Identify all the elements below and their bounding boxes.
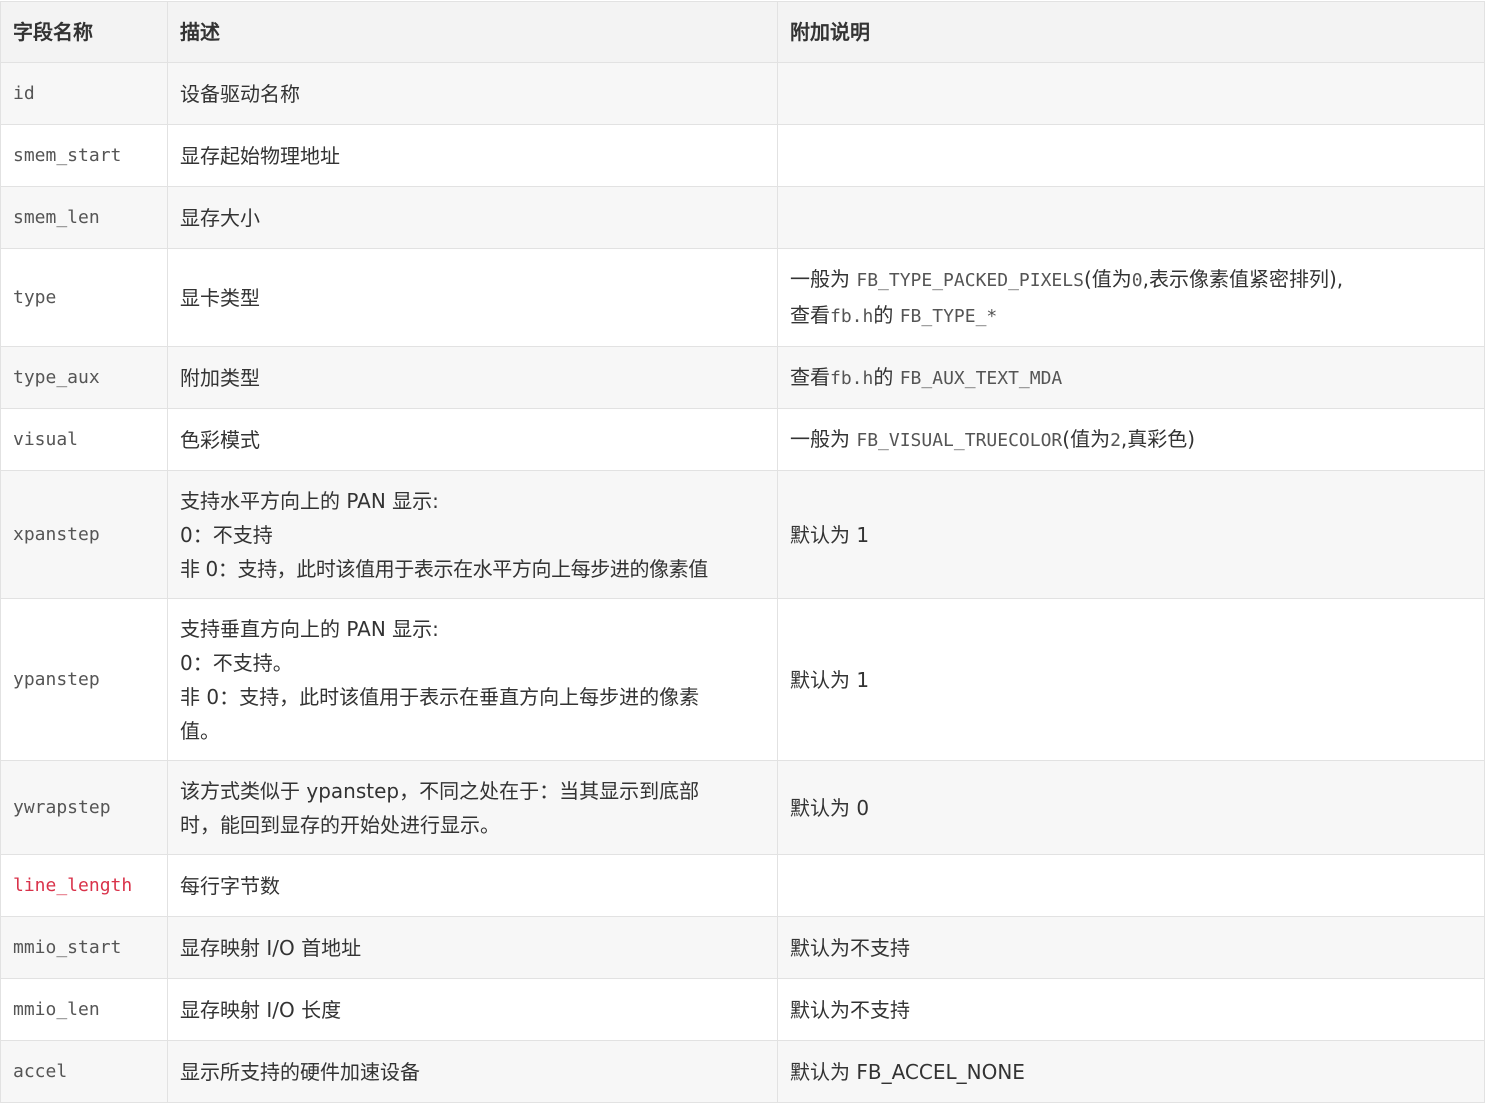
field-description: 支持垂直方向上的 PAN 显示: 0：不支持。 非 0：支持，此时该值用于表示在… [167,598,778,761]
table-row: mmio_start 显存映射 I/O 首地址 默认为不支持 [0,916,1485,979]
note-text: 一般为 [790,426,857,451]
description-line: 非 0：支持，此时该值用于表示在垂直方向上每步进的像素 [180,684,700,709]
note-text: ,表示像素值紧密排列), [1142,266,1344,291]
note-code: 2 [1110,429,1121,451]
field-note: 默认为 1 [777,598,1485,761]
note-code: FB_TYPE_* [899,305,998,327]
field-description: 显存映射 I/O 长度 [167,978,778,1041]
field-note: 一般为 FB_TYPE_PACKED_PIXELS(值为0,表示像素值紧密排列)… [777,248,1485,347]
field-name: id [0,62,168,125]
field-description: 每行字节数 [167,854,778,917]
table-row: xpanstep 支持水平方向上的 PAN 显示: 0：不支持 非 0：支持，此… [0,470,1485,599]
header-additional-notes: 附加说明 [777,1,1485,63]
field-description: 显卡类型 [167,248,778,347]
field-description: 显存映射 I/O 首地址 [167,916,778,979]
table-row: smem_start 显存起始物理地址 [0,124,1485,187]
field-name: mmio_start [0,916,168,979]
description-line: 0：不支持 [180,522,273,547]
note-text: 查看 [790,302,830,327]
field-note [777,186,1485,249]
note-text: 的 [873,302,900,327]
note-text: (值为 [1062,426,1111,451]
description-line: 显存映射 I/O 长度 [180,997,342,1022]
note-line: 一般为 FB_TYPE_PACKED_PIXELS(值为0,表示像素值紧密排列)… [790,262,1472,298]
description-line: 0：不支持。 [180,650,293,675]
table-row: ywrapstep 该方式类似于 ypanstep，不同之处在于：当其显示到底部… [0,760,1485,855]
field-description: 附加类型 [167,346,778,409]
description-line: 时，能回到显存的开始处进行显示。 [180,812,500,837]
note-code: fb.h [830,305,874,327]
note-text: ,真彩色) [1120,426,1196,451]
field-note: 查看fb.h的 FB_AUX_TEXT_MDA [777,346,1485,409]
field-note: 默认为不支持 [777,978,1485,1041]
description-line: 附加类型 [180,365,260,390]
description-line: 该方式类似于 ypanstep，不同之处在于：当其显示到底部 [180,778,700,803]
description-line: 值。 [180,718,220,743]
note-line: 查看fb.h的 FB_TYPE_* [790,298,1472,334]
field-description: 支持水平方向上的 PAN 显示: 0：不支持 非 0：支持，此时该值用于表示在水… [167,470,778,599]
field-note [777,854,1485,917]
note-text: 查看 [790,364,830,389]
description-line: 每行字节数 [180,873,280,898]
table-row: type_aux 附加类型 查看fb.h的 FB_AUX_TEXT_MDA [0,346,1485,409]
note-code: FB_TYPE_PACKED_PIXELS [856,269,1084,291]
field-name: type_aux [0,346,168,409]
table-row: id 设备驱动名称 [0,62,1485,125]
note-code: fb.h [830,367,874,389]
description-line: 色彩模式 [180,427,260,452]
description-line: 显存映射 I/O 首地址 [180,935,362,960]
table-row: smem_len 显存大小 [0,186,1485,249]
field-name: ypanstep [0,598,168,761]
description-line: 非 0：支持，此时该值用于表示在水平方向上每步进的像素值 [180,556,708,581]
description-line: 显存起始物理地址 [180,143,340,168]
field-note: 默认为 FB_ACCEL_NONE [777,1040,1485,1103]
note-text: 的 [873,364,900,389]
field-note: 默认为 1 [777,470,1485,599]
field-name: type [0,248,168,347]
field-description: 显存大小 [167,186,778,249]
field-name: smem_start [0,124,168,187]
note-code: FB_VISUAL_TRUECOLOR [856,429,1063,451]
description-line: 支持垂直方向上的 PAN 显示: [180,616,439,641]
description-line: 支持水平方向上的 PAN 显示: [180,488,439,513]
note-text: (值为 [1083,266,1132,291]
field-note: 默认为不支持 [777,916,1485,979]
table-row: line_length 每行字节数 [0,854,1485,917]
table-row: ypanstep 支持垂直方向上的 PAN 显示: 0：不支持。 非 0：支持，… [0,598,1485,761]
header-field-name: 字段名称 [0,1,168,63]
description-line: 显示所支持的硬件加速设备 [180,1059,420,1084]
field-name: mmio_len [0,978,168,1041]
note-code: 0 [1131,269,1143,291]
field-name: smem_len [0,186,168,249]
note-code: FB_AUX_TEXT_MDA [899,367,1063,389]
field-name: xpanstep [0,470,168,599]
field-description: 显示所支持的硬件加速设备 [167,1040,778,1103]
field-table: 字段名称 描述 附加说明 id 设备驱动名称 smem_start 显存起始物理… [0,1,1485,1103]
field-description: 该方式类似于 ypanstep，不同之处在于：当其显示到底部 时，能回到显存的开… [167,760,778,855]
field-name: accel [0,1040,168,1103]
note-text: 一般为 [790,266,857,291]
description-line: 设备驱动名称 [180,81,300,106]
field-description: 显存起始物理地址 [167,124,778,187]
field-description: 色彩模式 [167,408,778,471]
field-name: line_length [0,854,168,917]
header-description: 描述 [167,1,778,63]
table-row: visual 色彩模式 一般为 FB_VISUAL_TRUECOLOR(值为2,… [0,408,1485,471]
field-note [777,62,1485,125]
table-row: mmio_len 显存映射 I/O 长度 默认为不支持 [0,978,1485,1041]
field-name: visual [0,408,168,471]
field-description: 设备驱动名称 [167,62,778,125]
field-name: ywrapstep [0,760,168,855]
description-line: 显卡类型 [180,285,260,310]
table-row: accel 显示所支持的硬件加速设备 默认为 FB_ACCEL_NONE [0,1040,1485,1103]
field-note: 默认为 0 [777,760,1485,855]
table-row: type 显卡类型 一般为 FB_TYPE_PACKED_PIXELS(值为0,… [0,248,1485,347]
field-note: 一般为 FB_VISUAL_TRUECOLOR(值为2,真彩色) [777,408,1485,471]
field-note [777,124,1485,187]
description-line: 显存大小 [180,205,260,230]
table-header-row: 字段名称 描述 附加说明 [0,1,1485,63]
